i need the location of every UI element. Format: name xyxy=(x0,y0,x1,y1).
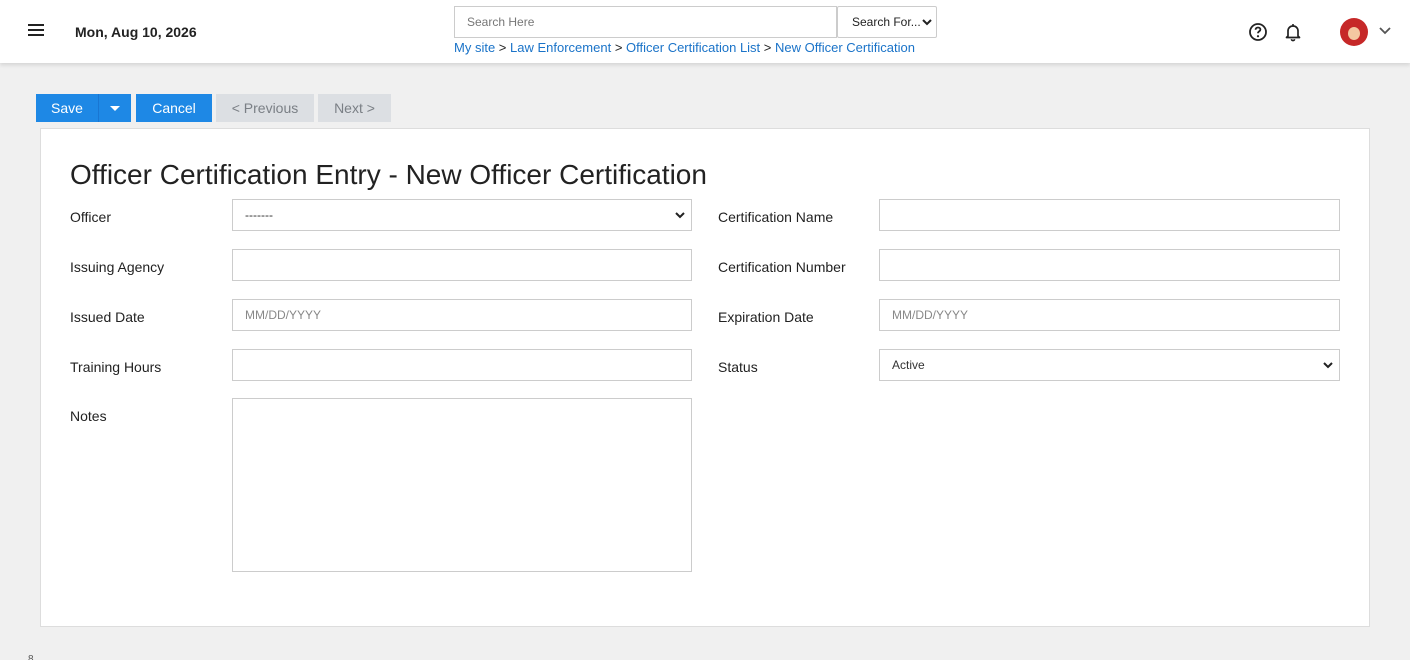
breadcrumb: My site > Law Enforcement > Officer Cert… xyxy=(454,40,915,55)
breadcrumb-separator: > xyxy=(614,40,623,55)
officer-select[interactable]: ------- xyxy=(232,199,692,231)
officer-label: Officer xyxy=(70,209,111,225)
previous-button[interactable]: < Previous xyxy=(216,94,314,122)
training-hours-field[interactable] xyxy=(232,349,692,381)
breadcrumb-my-site[interactable]: My site xyxy=(454,40,495,55)
breadcrumb-separator: > xyxy=(763,40,772,55)
certification-form-card: Officer Certification Entry - New Office… xyxy=(40,128,1370,627)
chevron-down-icon xyxy=(1323,361,1333,368)
breadcrumb-separator: > xyxy=(498,40,507,55)
certification-number-label: Certification Number xyxy=(718,259,846,275)
issuing-agency-label: Issuing Agency xyxy=(70,259,165,275)
next-button[interactable]: Next > xyxy=(318,94,391,122)
officer-select-value: ------- xyxy=(245,208,273,222)
status-select-value: Active xyxy=(892,358,925,372)
search-type-value: Search For... xyxy=(852,15,921,29)
chevron-down-icon[interactable] xyxy=(1378,26,1392,36)
chevron-down-icon xyxy=(922,18,932,25)
notes-textarea[interactable] xyxy=(232,398,692,572)
certification-number-field[interactable] xyxy=(879,249,1340,281)
search-input[interactable] xyxy=(454,6,837,38)
cancel-button[interactable]: Cancel xyxy=(136,94,212,122)
footer-fragment: 8 xyxy=(28,654,34,660)
expiration-date-label: Expiration Date xyxy=(718,309,814,325)
certification-name-field[interactable] xyxy=(879,199,1340,231)
current-date: Mon, Aug 10, 2026 xyxy=(75,24,197,40)
caret-down-icon xyxy=(110,105,120,111)
bell-icon[interactable] xyxy=(1283,22,1303,42)
training-hours-label: Training Hours xyxy=(70,359,162,375)
save-options-button[interactable] xyxy=(98,94,131,122)
help-circle-icon[interactable] xyxy=(1248,22,1268,42)
certification-name-label: Certification Name xyxy=(718,209,834,225)
menu-icon[interactable] xyxy=(26,22,46,40)
avatar[interactable] xyxy=(1340,18,1368,46)
notes-label: Notes xyxy=(70,408,107,424)
status-select[interactable]: Active xyxy=(879,349,1340,381)
expiration-date-field[interactable]: MM/DD/YYYY xyxy=(879,299,1340,331)
status-label: Status xyxy=(718,359,758,375)
issued-date-field[interactable]: MM/DD/YYYY xyxy=(232,299,692,331)
chevron-down-icon xyxy=(675,211,685,218)
issued-date-label: Issued Date xyxy=(70,309,145,325)
save-button[interactable]: Save xyxy=(36,94,98,122)
page-title: Officer Certification Entry - New Office… xyxy=(70,159,707,190)
issuing-agency-field[interactable] xyxy=(232,249,692,281)
top-bar: Mon, Aug 10, 2026 Search For... My site … xyxy=(0,0,1410,63)
breadcrumb-officer-certification-list[interactable]: Officer Certification List xyxy=(626,40,760,55)
breadcrumb-law-enforcement[interactable]: Law Enforcement xyxy=(510,40,611,55)
breadcrumb-new-officer-certification[interactable]: New Officer Certification xyxy=(775,40,915,55)
search-type-select[interactable]: Search For... xyxy=(837,6,937,38)
